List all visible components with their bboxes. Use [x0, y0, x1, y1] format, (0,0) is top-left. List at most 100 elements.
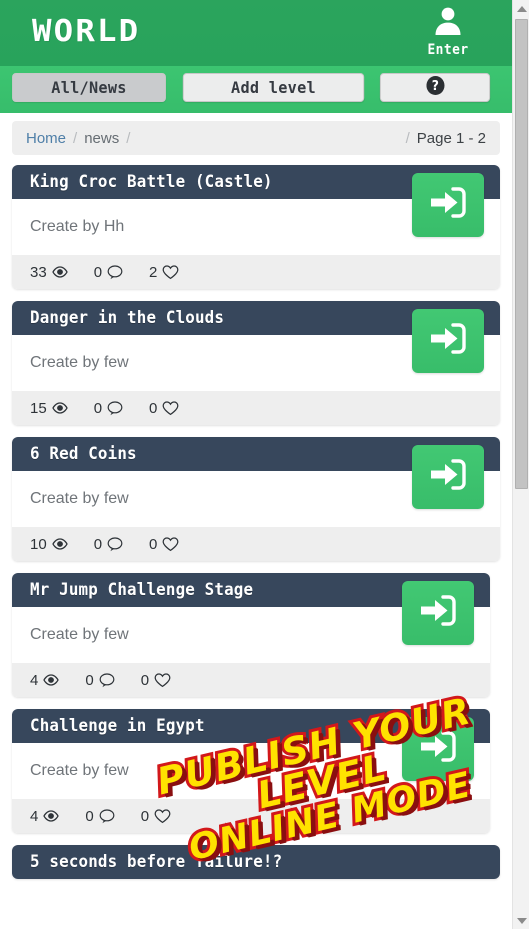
breadcrumb-separator: / [73, 129, 78, 147]
tab-bar: All/News Add level ? [0, 66, 512, 113]
level-card-body: Create by few [12, 581, 490, 663]
level-card-footer: 4 0 0 [12, 799, 490, 833]
comment-bubble-icon [107, 536, 123, 552]
breadcrumb-home[interactable]: Home [26, 130, 66, 147]
eye-icon [51, 266, 68, 278]
level-author: Create by Hh [30, 218, 125, 235]
tab-all-news-label: All/News [51, 78, 127, 97]
comments-count: 0 [85, 807, 94, 825]
views-count: 15 [30, 399, 47, 417]
sign-in-arrow-icon [428, 457, 468, 498]
level-author: Create by few [30, 490, 129, 507]
breadcrumb-separator-3: / [405, 129, 410, 147]
scroll-down-button[interactable] [513, 912, 529, 929]
sign-in-arrow-icon [428, 321, 468, 362]
comments-stat: 0 [94, 264, 123, 281]
level-card-body: Create by few [12, 717, 490, 799]
tab-all-news[interactable]: All/News [12, 73, 166, 102]
views-stat: 4 [30, 671, 60, 689]
scroll-up-button[interactable] [513, 0, 529, 17]
comments-count: 0 [93, 263, 103, 281]
views-stat: 10 [30, 536, 68, 553]
comments-stat: 0 [85, 807, 115, 825]
likes-count: 0 [140, 807, 150, 825]
sign-in-arrow-icon [428, 185, 468, 226]
page-viewport: WORLD Enter All/News Add level ? Home / … [0, 0, 512, 929]
svg-text:?: ? [431, 78, 438, 93]
level-card-footer: 33 0 2 [12, 255, 500, 289]
eye-icon [43, 674, 60, 686]
sign-in-arrow-icon [418, 593, 458, 634]
level-card-footer: 10 0 0 [12, 527, 500, 561]
comments-count: 0 [93, 535, 103, 553]
sign-in-arrow-icon [418, 729, 458, 770]
enter-level-button[interactable] [412, 309, 484, 373]
level-author: Create by few [30, 354, 129, 371]
breadcrumb: Home / news / / Page 1 - 2 [12, 121, 500, 155]
level-author: Create by few [30, 626, 129, 643]
breadcrumb-news[interactable]: news [84, 130, 119, 147]
level-card[interactable]: King Croc Battle (Castle) Create by Hh 3… [12, 165, 500, 289]
breadcrumb-wrap: Home / news / / Page 1 - 2 [0, 113, 512, 155]
level-title: 6 Red Coins [30, 444, 137, 464]
level-card[interactable]: Danger in the Clouds Create by few 15 0 … [12, 301, 500, 425]
heart-icon [154, 808, 171, 824]
likes-stat: 0 [141, 672, 171, 689]
level-card-body: Create by Hh [12, 173, 500, 255]
level-card[interactable]: Mr Jump Challenge Stage Create by few 4 … [12, 573, 490, 697]
heart-icon [162, 264, 179, 280]
comment-bubble-icon [107, 264, 123, 280]
level-card-body: Create by few [12, 309, 500, 391]
heart-icon [162, 536, 179, 552]
comments-count: 0 [85, 671, 94, 689]
tab-add-level[interactable]: Add level [182, 73, 365, 102]
heart-icon [154, 672, 171, 688]
level-card-body: Create by few [12, 445, 500, 527]
level-card-footer: 4 0 0 [12, 663, 490, 697]
comment-bubble-icon [107, 400, 123, 416]
enter-level-button[interactable] [412, 445, 484, 509]
vertical-scrollbar[interactable] [512, 0, 529, 929]
comments-count: 0 [93, 399, 103, 417]
likes-stat: 0 [149, 536, 179, 553]
enter-label: Enter [427, 42, 469, 58]
views-count: 4 [30, 671, 39, 689]
level-card-header: 5 seconds before failure!? [12, 845, 500, 879]
views-stat: 4 [30, 808, 60, 825]
enter-level-button[interactable] [402, 581, 474, 645]
views-stat: 33 [30, 264, 68, 281]
likes-stat: 0 [149, 400, 179, 417]
comments-stat: 0 [94, 536, 123, 553]
comment-bubble-icon [99, 672, 115, 688]
eye-icon [51, 538, 68, 550]
level-card[interactable]: Challenge in Egypt Create by few 4 0 0 [12, 709, 490, 833]
enter-level-button[interactable] [402, 717, 474, 781]
tab-help[interactable]: ? [379, 73, 491, 102]
chevron-up-icon [516, 5, 527, 12]
likes-count: 0 [149, 535, 158, 553]
likes-count: 2 [149, 263, 158, 281]
comment-bubble-icon [99, 808, 115, 824]
level-card-footer: 15 0 0 [12, 391, 500, 425]
enter-account-button[interactable]: Enter [420, 4, 476, 58]
level-card[interactable]: 5 seconds before failure!? [12, 845, 500, 879]
level-title: Danger in the Clouds [30, 308, 225, 328]
user-avatar-icon [420, 4, 476, 43]
level-author: Create by few [30, 762, 129, 779]
eye-icon [43, 810, 60, 822]
comments-stat: 0 [94, 400, 123, 417]
level-card[interactable]: 6 Red Coins Create by few 10 0 0 [12, 437, 500, 561]
chevron-down-icon [516, 917, 527, 924]
site-logo: WORLD [32, 14, 141, 49]
comments-stat: 0 [85, 671, 115, 689]
views-stat: 15 [30, 400, 68, 417]
breadcrumb-page-wrap: / Page 1 - 2 [399, 130, 486, 147]
enter-level-button[interactable] [412, 173, 484, 237]
level-title: King Croc Battle (Castle) [30, 172, 273, 192]
level-title: 5 seconds before failure!? [30, 852, 283, 872]
app-root: WORLD Enter All/News Add level ? Home / … [0, 0, 529, 929]
scrollbar-thumb[interactable] [515, 19, 528, 489]
likes-stat: 2 [149, 264, 179, 281]
likes-count: 0 [140, 671, 150, 689]
breadcrumb-separator-2: / [126, 129, 131, 147]
